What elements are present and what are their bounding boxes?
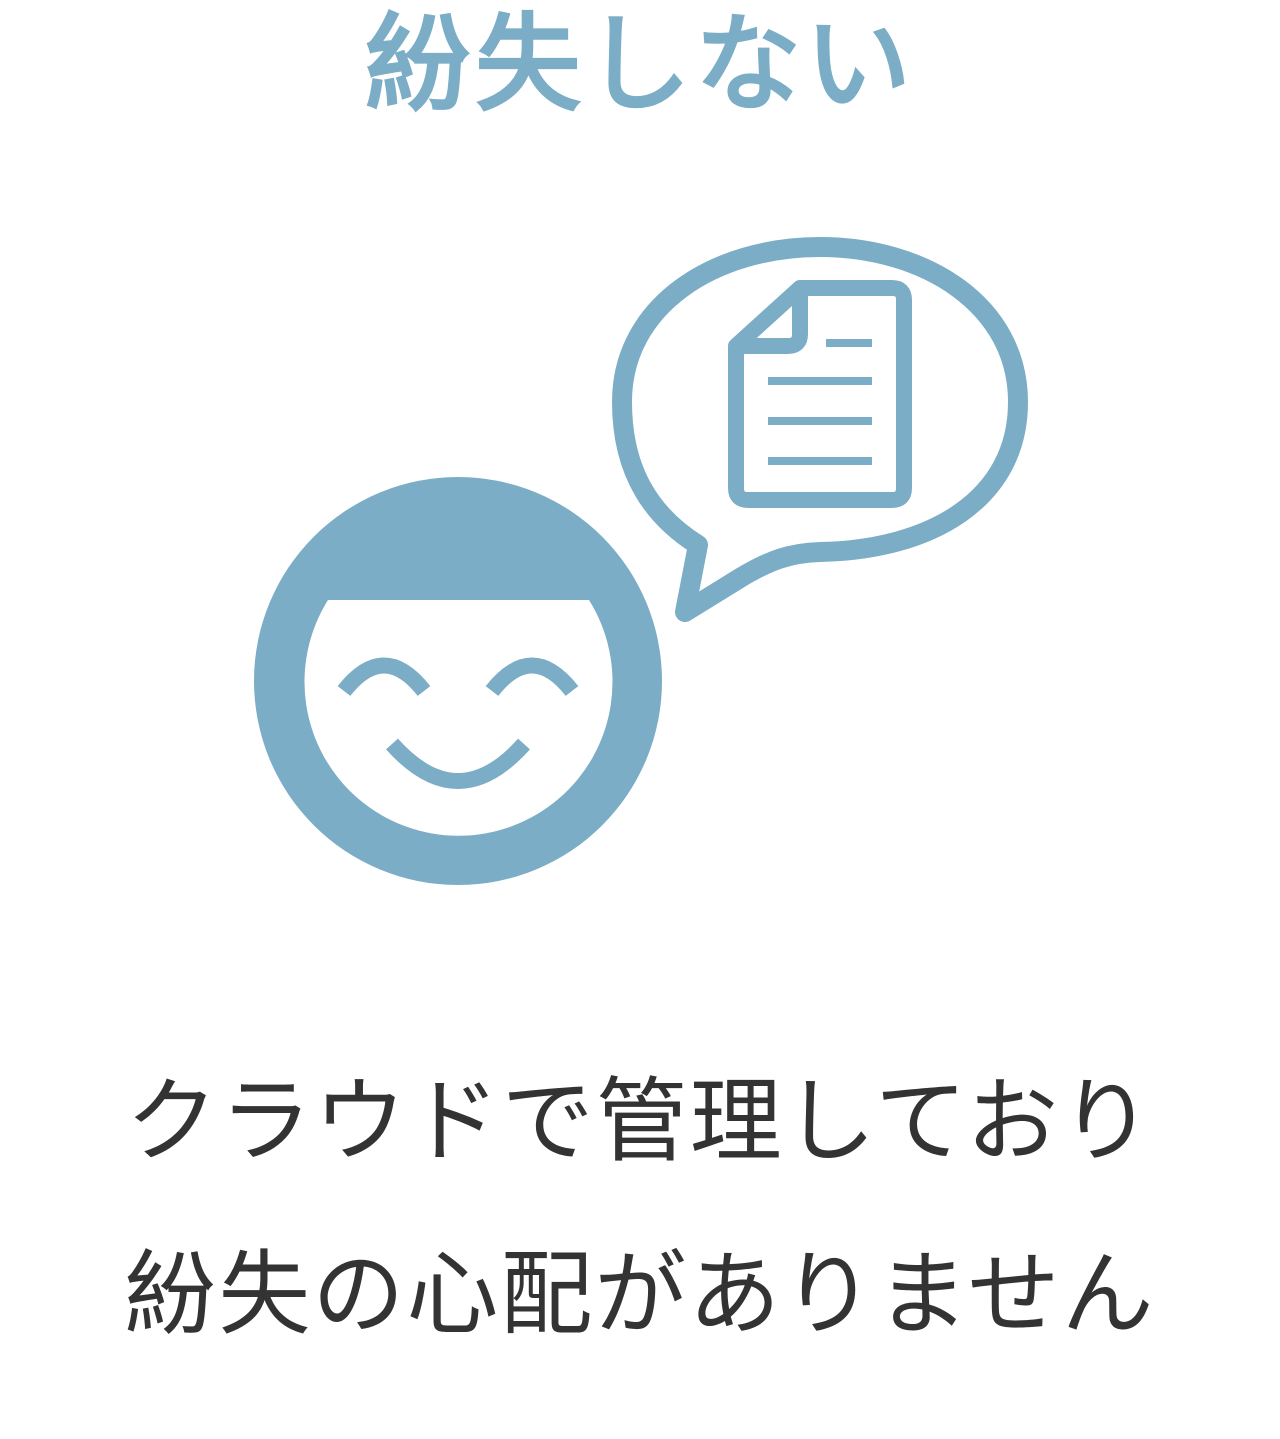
smiling-face-icon	[254, 477, 662, 885]
document-icon	[728, 280, 912, 508]
caption-line-1: クラウドで管理しており	[125, 1068, 1155, 1175]
caption-line-2: 紛失の心配がありません	[124, 1241, 1156, 1348]
illustration	[254, 237, 1028, 885]
